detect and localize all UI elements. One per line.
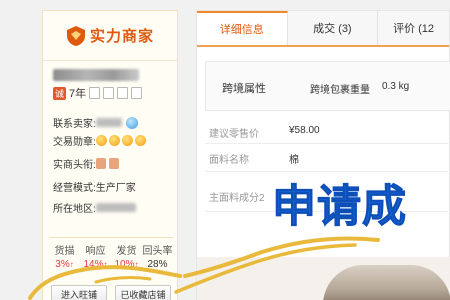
medal-icon [108,135,120,146]
shield-badge-icon [117,87,129,99]
favorite-shop-button[interactable]: 已收藏店铺 [115,285,171,300]
shield-badge-icon [131,87,143,99]
fabric-composition-label: 主面料成分2 [209,193,265,204]
cross-border-box: 跨境属性 跨境包裹重量 0.3 kg [205,61,450,111]
title-badge-icon [95,158,106,169]
stat-header: 响应 [85,246,106,257]
seller-panel: 实力商家 诚 7年 联系卖家: 交易勋章: 实商头衔: 经营模式: 生产厂家 所… [42,10,178,300]
tab-reviews[interactable]: 评价 (12 [378,11,449,45]
product-photo-area [197,257,450,300]
medal-icon [121,135,133,146]
years-text: 7年 [69,88,87,100]
stat-header: 货描 [54,246,75,257]
package-weight-value: 0.3 kg [382,81,410,92]
tab-bar: 详细信息 成交 (3) 评价 (12 [197,11,449,47]
stat-value: 14%↑ [80,259,111,270]
head-title-row: 实商头衔: [53,156,122,171]
stat-value-text: 14% [83,259,104,270]
stat-value-text: 28% [147,259,168,270]
seller-header: 实力商家 [43,11,177,61]
title-badge-icon [108,158,119,169]
detail-panel: 详细信息 成交 (3) 评价 (12 跨境属性 跨境包裹重量 0.3 kg 建议… [196,10,450,300]
tab-details[interactable]: 详细信息 [197,11,288,45]
up-arrow-icon: ↑ [134,260,139,269]
product-photo [323,265,450,300]
seller-buttons: 进入旺铺 已收藏店铺 [51,285,171,300]
package-weight-label: 跨境包裹重量 [310,85,370,96]
shop-name-redacted[interactable] [53,69,139,81]
stat-header: 发货 [116,246,137,257]
seller-stats: 货描 响应 发货 回头率 3%↑ 14%↑ 10%↑ 28% [49,237,173,270]
head-title-label: 实商头衔: [53,160,96,171]
medal-icon [95,135,107,146]
fabric-name-value: 棉 [289,155,299,166]
contact-name-redacted[interactable] [95,118,122,127]
product-page: 实力商家 诚 7年 联系卖家: 交易勋章: 实商头衔: 经营模式: 生产厂家 所… [0,0,450,300]
region-value-redacted [95,203,136,212]
retail-price-label: 建议零售价 [209,129,259,140]
overlay-annotation-text: 申请成 [272,181,407,233]
stat-value: 3%↑ [49,259,80,270]
medal-row: 交易勋章: [53,133,148,148]
up-arrow-icon: ↑ [103,260,108,269]
region-row: 所在地区: [53,200,136,215]
stat-value: 10%↑ [111,259,142,270]
shield-logo-icon [66,25,85,46]
cross-border-title: 跨境属性 [222,83,266,95]
divider [205,143,450,144]
medal-label: 交易勋章: [53,137,96,148]
up-arrow-icon: ↑ [69,260,74,269]
contact-row: 联系卖家: [53,115,138,130]
enter-shop-button[interactable]: 进入旺铺 [51,285,107,300]
cheng-badge-icon: 诚 [53,86,66,100]
region-label: 所在地区: [53,204,96,215]
stat-value-text: 10% [114,259,135,270]
medal-icon [134,135,146,146]
contact-label: 联系卖家: [53,119,96,130]
retail-price-value: ¥58.00 [289,125,320,136]
tab-transactions[interactable]: 成交 (3) [288,11,379,45]
shield-badge-icon [103,87,115,99]
business-mode-label: 经营模式: [53,183,96,194]
fabric-name-label: 面料名称 [209,155,249,166]
stat-value: 28% [142,259,173,270]
seller-years: 诚 7年 [53,85,143,101]
stat-header: 回头率 [142,246,173,257]
chat-icon[interactable] [125,116,138,129]
shield-badge-icon [89,87,101,99]
seller-title: 实力商家 [89,28,154,45]
business-mode-value: 生产厂家 [95,183,136,194]
business-mode-row: 经营模式: 生产厂家 [53,179,136,194]
stat-value-text: 3% [55,259,70,270]
